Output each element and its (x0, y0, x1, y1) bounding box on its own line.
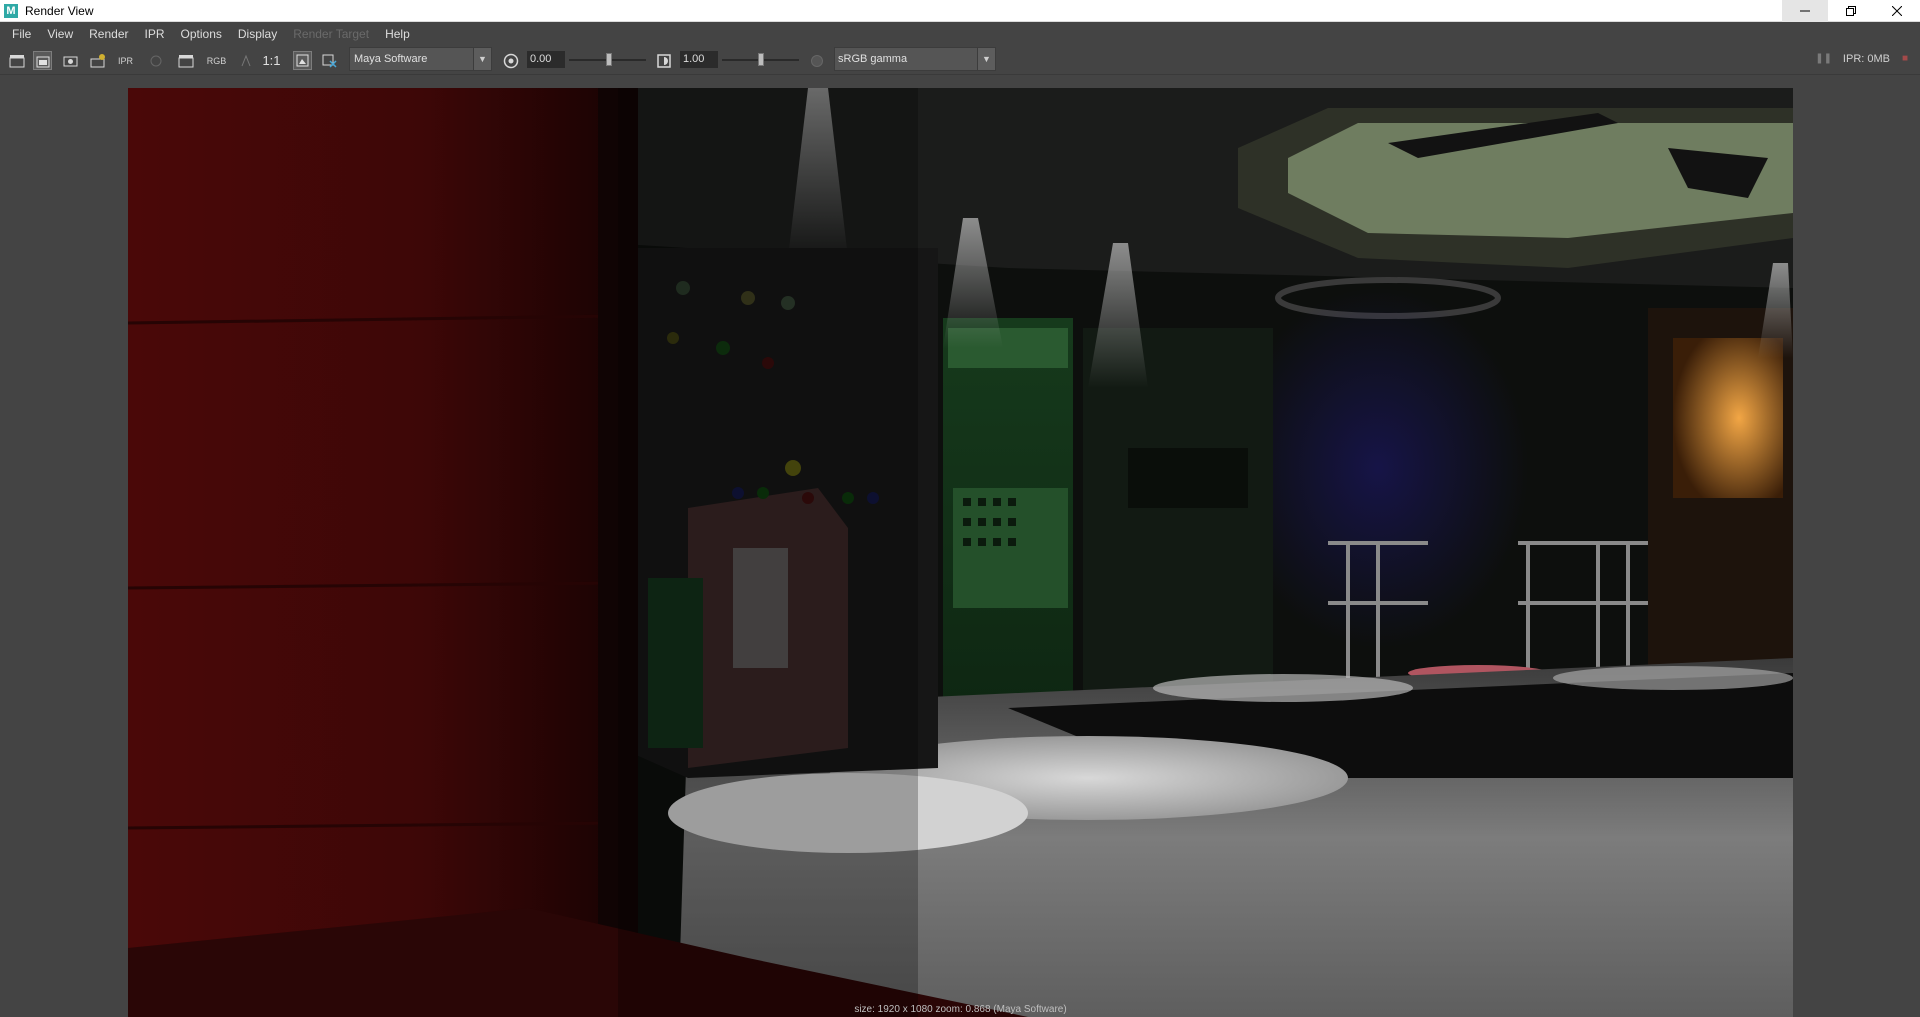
aperture-icon (503, 53, 518, 68)
menu-render[interactable]: Render (81, 23, 136, 46)
renderer-dropdown[interactable]: Maya Software ▼ (349, 47, 492, 71)
remove-image-button[interactable] (320, 51, 339, 70)
render-status-line: size: 1920 x 1080 zoom: 0.868 (Maya Soft… (854, 1004, 1067, 1015)
restore-icon (1846, 6, 1856, 16)
color-management-icon (810, 54, 823, 67)
menu-ipr[interactable]: IPR (137, 23, 173, 46)
refresh-icon (150, 55, 161, 66)
ipr-memory-status: IPR: 0MB (1842, 53, 1890, 65)
render-view-panel: size: 1920 x 1080 zoom: 0.868 (Maya Soft… (0, 76, 1920, 1017)
redo-render-button[interactable] (7, 51, 26, 70)
rgb-channel-button[interactable]: RGB (206, 51, 227, 70)
restore-button[interactable] (1828, 0, 1874, 22)
alpha-channel-button[interactable] (236, 51, 255, 70)
ipr-render-button[interactable]: IPR (116, 51, 135, 70)
alpha-icon (241, 54, 250, 66)
rgb-label: RGB (206, 55, 227, 66)
one-to-one-label: 1:1 (262, 53, 281, 68)
chevron-down-icon[interactable]: ▼ (473, 48, 491, 70)
exposure-slider-handle[interactable] (606, 53, 612, 66)
gamma-reset-button[interactable] (654, 51, 673, 70)
menu-display[interactable]: Display (230, 23, 285, 46)
ipr-icon: IPR (117, 55, 133, 66)
chevron-down-icon[interactable]: ▼ (977, 48, 995, 70)
close-button[interactable] (1874, 0, 1920, 22)
minimize-button[interactable] (1782, 0, 1828, 22)
camera-icon (63, 56, 78, 67)
maya-logo-icon: M (4, 3, 18, 18)
view-transform-dropdown[interactable]: sRGB gamma ▼ (834, 47, 996, 71)
menu-help[interactable]: Help (377, 23, 418, 46)
gamma-field[interactable]: 1.00 (680, 51, 718, 68)
keep-image-icon (296, 54, 309, 67)
keep-image-button[interactable] (293, 51, 312, 70)
render-settings-icon (178, 54, 193, 67)
menu-view[interactable]: View (39, 23, 81, 46)
pause-ipr-icon[interactable]: ❚❚ (1815, 53, 1832, 64)
window-title: Render View (25, 3, 94, 18)
minimize-icon (1800, 10, 1810, 12)
close-icon (1892, 6, 1902, 16)
menu-file[interactable]: File (4, 23, 39, 46)
exposure-reset-button[interactable] (501, 51, 520, 70)
color-management-button[interactable] (807, 51, 826, 70)
window-controls (1782, 0, 1920, 22)
render-sequence-icon (90, 53, 105, 67)
remove-image-icon (322, 54, 337, 68)
gamma-slider-handle[interactable] (758, 53, 764, 66)
real-size-button[interactable]: 1:1 (262, 51, 281, 70)
render-settings-button[interactable] (176, 51, 195, 70)
refresh-ipr-button (146, 51, 165, 70)
snapshot-button[interactable] (61, 51, 80, 70)
render-sequence-button[interactable] (88, 51, 107, 70)
render-region-icon (36, 56, 49, 67)
renderer-value: Maya Software (354, 53, 428, 65)
render-region-button[interactable] (33, 51, 52, 70)
menu-render-target: Render Target (293, 27, 370, 41)
menu-options[interactable]: Options (173, 23, 230, 46)
menu-bar: File View Render IPR Options Display Ren… (0, 23, 1920, 46)
rendered-image[interactable]: size: 1920 x 1080 zoom: 0.868 (Maya Soft… (128, 88, 1793, 1017)
clapper-icon (9, 54, 24, 67)
title-bar: M Render View (0, 0, 1920, 22)
view-transform-value: sRGB gamma (838, 53, 908, 65)
stop-ipr-icon[interactable]: ■ (1902, 53, 1912, 64)
rendered-scene (128, 88, 1793, 1017)
exposure-field[interactable]: 0.00 (527, 51, 565, 68)
gamma-icon (656, 53, 671, 68)
